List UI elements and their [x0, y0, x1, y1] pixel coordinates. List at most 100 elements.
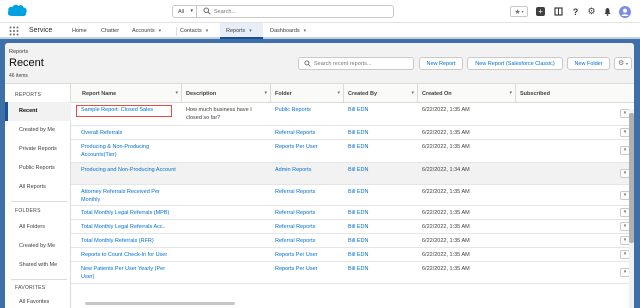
created-by-link[interactable]: Bill EDN	[344, 140, 418, 151]
folder-link[interactable]: Reports Per User	[271, 140, 344, 151]
nav-item-label: Reports	[226, 28, 246, 34]
folder-link[interactable]: Referral Reports	[271, 234, 344, 245]
folder-link[interactable]: Referral Reports	[271, 220, 344, 231]
sidebar-item-shared-with-me[interactable]: Shared with Me	[5, 256, 71, 275]
column-header-report-name[interactable]: Report Name ▾	[71, 84, 182, 103]
created-on: 6/22/2022, 1:35 AM	[422, 224, 470, 230]
app-name: Service	[29, 27, 53, 34]
created-by-link[interactable]: Bill EDN	[344, 220, 418, 231]
sidebar-item-all-folders[interactable]: All Folders	[5, 218, 71, 237]
sidebar-item-folders-created-by-me[interactable]: Created by Me	[5, 237, 71, 256]
created-by-link[interactable]: Bill EDN	[344, 126, 418, 137]
column-header-created-on[interactable]: Created On ▾	[418, 84, 516, 103]
chevron-down-icon[interactable]: ▾	[411, 90, 414, 96]
table-row: Total Monthly Legal Referrals Acc.. Refe…	[71, 220, 634, 234]
sidebar-section-folders: FOLDERS	[15, 208, 41, 214]
salesforce-cloud-icon[interactable]	[6, 3, 28, 18]
nav-item-reports[interactable]: Reports ▾	[220, 23, 263, 39]
column-header-subscribed[interactable]: Subscribed	[516, 84, 616, 103]
help-button[interactable]: ?	[570, 6, 581, 17]
created-by-link[interactable]: Bill EDN	[344, 185, 418, 196]
table-row: Attorney Referrals Received Per Monthly …	[71, 185, 634, 206]
recent-reports-search[interactable]	[298, 57, 414, 70]
report-name-link[interactable]: Sample Report: Closed Sales	[77, 103, 182, 114]
favorites-button[interactable]: ★ ▾	[510, 6, 528, 17]
new-report-classic-button[interactable]: New Report (Salesforce Classic)	[467, 57, 563, 70]
list-view-controls-button[interactable]: ⚙ ▾	[614, 57, 632, 70]
column-header-description[interactable]: Description ▾	[182, 84, 271, 103]
app-navigation-bar: Service Home Chatter Accounts ▾ Contacts ▾…	[0, 23, 640, 39]
created-by-link[interactable]: Bill EDN	[344, 103, 418, 114]
horizontal-scrollbar-thumb[interactable]	[85, 302, 235, 305]
setup-assistant-button[interactable]	[553, 6, 564, 17]
app-launcher-icon[interactable]	[9, 26, 19, 36]
nav-item-accounts[interactable]: Accounts ▾	[132, 23, 161, 39]
folder-link[interactable]: Referral Reports	[271, 206, 344, 217]
search-scope-select[interactable]: All ▾	[173, 6, 197, 17]
report-name-link[interactable]: Total Monthly Legal Referrals (MPB)	[77, 206, 182, 217]
created-by-link[interactable]: Bill EDN	[344, 163, 418, 174]
sidebar-item-private-reports[interactable]: Private Reports	[5, 140, 71, 159]
created-by-link[interactable]: Bill EDN	[344, 206, 418, 217]
nav-item-chatter[interactable]: Chatter	[101, 23, 119, 39]
chevron-down-icon[interactable]: ▾	[304, 28, 307, 34]
global-actions-button[interactable]: +	[535, 6, 546, 17]
report-name-link[interactable]: Reports to Count Check-In for User	[77, 248, 182, 259]
folder-link[interactable]: Admin Reports	[271, 163, 344, 174]
created-on: 6/22/2022, 1:35 AM	[422, 266, 470, 272]
sidebar-item-recent[interactable]: Recent	[5, 102, 71, 121]
sidebar-item-label: Private Reports	[19, 146, 57, 152]
created-on: 6/22/2022, 1:35 AM	[422, 144, 470, 150]
folder-link[interactable]: Reports Per User	[271, 262, 344, 273]
report-name-link[interactable]: Producing & Non-Producing Accounts(Tier)	[77, 140, 182, 159]
created-by-link[interactable]: Bill EDN	[344, 262, 418, 273]
sidebar-item-public-reports[interactable]: Public Reports	[5, 159, 71, 178]
chevron-down-icon[interactable]: ▾	[509, 90, 512, 96]
chevron-down-icon[interactable]: ▾	[337, 90, 340, 96]
folder-link[interactable]: Reports Per User	[271, 248, 344, 259]
chevron-down-icon[interactable]: ▾	[159, 28, 162, 34]
breadcrumb[interactable]: Reports	[9, 49, 28, 55]
report-description	[182, 126, 271, 129]
nav-item-contacts[interactable]: Contacts ▾	[180, 23, 208, 39]
report-name-link[interactable]: Attorney Referrals Received Per Monthly	[77, 185, 182, 204]
vertical-scrollbar-thumb[interactable]	[629, 113, 634, 243]
chevron-down-icon[interactable]: ▾	[206, 28, 209, 34]
report-name-link[interactable]: Total Monthly Legal Referrals Acc..	[77, 220, 182, 231]
report-description	[182, 206, 271, 209]
nav-item-home[interactable]: Home	[72, 23, 87, 39]
list-view-header: Reports Recent 46 items New Report New R…	[5, 43, 634, 84]
column-header-label: Report Name	[82, 91, 117, 97]
report-name-link[interactable]: Total Monthly Referrals (RFR)	[77, 234, 182, 245]
sidebar-item-all-favorites[interactable]: All Favorites	[5, 293, 71, 308]
folder-link[interactable]: Referral Reports	[271, 185, 344, 196]
chevron-down-icon: ▾	[521, 9, 524, 14]
global-search[interactable]: All ▾	[172, 5, 394, 18]
report-name-link[interactable]: New Patients Per User Yearly (Per User)	[77, 262, 182, 281]
sidebar-item-created-by-me[interactable]: Created by Me	[5, 121, 71, 140]
created-by-link[interactable]: Bill EDN	[344, 248, 418, 259]
column-header-folder[interactable]: Folder ▾	[271, 84, 344, 103]
setup-assistant-icon	[554, 7, 563, 16]
notifications-button[interactable]	[602, 6, 613, 17]
report-name-link[interactable]: Overall Referrals	[77, 126, 182, 137]
report-name-link[interactable]: Producing and Non-Producing Account	[77, 163, 182, 174]
chevron-down-icon[interactable]: ▾	[264, 90, 267, 96]
column-header-created-by[interactable]: Created By ▾	[344, 84, 418, 103]
setup-gear-button[interactable]: ⚙	[586, 6, 597, 17]
user-avatar-button[interactable]	[618, 5, 631, 18]
sidebar-item-label: All Favorites	[19, 299, 50, 305]
folder-link[interactable]: Public Reports	[271, 103, 344, 114]
global-search-input[interactable]	[214, 7, 384, 16]
reports-sidebar: REPORTS Recent Created by Me Private Rep…	[5, 84, 71, 308]
nav-item-dashboards[interactable]: Dashboards ▾	[270, 23, 306, 39]
created-on: 6/22/2022, 1:35 AM	[422, 210, 470, 216]
chevron-down-icon[interactable]: ▾	[249, 28, 252, 34]
sidebar-item-all-reports[interactable]: All Reports	[5, 178, 71, 197]
chevron-down-icon[interactable]: ▾	[175, 90, 178, 96]
new-report-button[interactable]: New Report	[419, 57, 463, 70]
recent-reports-search-input[interactable]	[314, 59, 412, 68]
folder-link[interactable]: Referral Reports	[271, 126, 344, 137]
new-folder-button[interactable]: New Folder	[567, 57, 610, 70]
created-by-link[interactable]: Bill EDN	[344, 234, 418, 245]
